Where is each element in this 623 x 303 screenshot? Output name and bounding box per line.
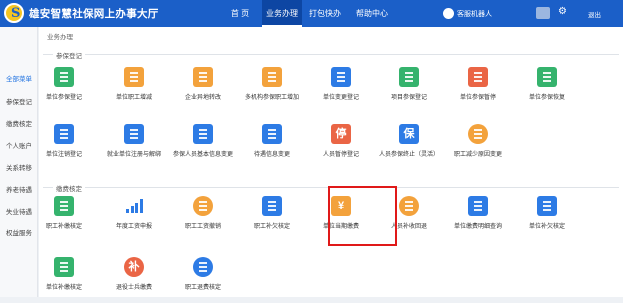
tile-0-6[interactable]: 单位参保暂停 [444,67,512,113]
tile-1-9[interactable]: 补退役士兵缴费 [100,257,168,303]
benefit-change-icon [262,124,282,144]
staff-change-icon [124,67,144,87]
tile-0-7[interactable]: 单位参保恢复 [513,67,581,113]
tile-0-12[interactable]: 停人员暂停登记 [307,124,375,170]
register-doc-icon [54,67,74,87]
person-stop-icon: 保 [399,124,419,144]
bar-chart-icon [124,196,144,216]
multi-org-icon [262,67,282,87]
tile-0-1[interactable]: 单位职工增减 [100,67,168,113]
undo-icon [193,196,213,216]
avatar[interactable] [536,7,550,19]
tile-0-4[interactable]: 单位变更登记 [307,67,375,113]
tile-0-10[interactable]: 参保人员基本信息变更 [169,124,237,170]
nav-quick-pack[interactable]: 打包快办 [305,0,345,27]
reduce-reason-icon [468,124,488,144]
tile-0-11[interactable]: 待遇信息变更 [238,124,306,170]
staff-refund-icon [193,257,213,277]
section-divider [43,54,619,55]
tile-label: 单位参保恢复 [528,95,565,101]
logo: S [4,3,24,23]
tile-1-2[interactable]: 职工工资撤销 [169,196,237,242]
tile-1-10[interactable]: 职工退费核定 [169,257,237,303]
section-title: 缴费核定 [53,183,85,193]
payment-detail-icon [468,196,488,216]
sidebar-item-pension[interactable]: 养老待遇 [0,184,38,194]
nav-business[interactable]: 业务办理 [262,0,302,27]
unit-arrears-icon [537,196,557,216]
resume-icon [537,67,557,87]
tile-0-8[interactable]: 单位注销登记 [30,124,98,170]
tile-0-0[interactable]: 单位参保登记 [30,67,98,113]
tile-1-8[interactable]: 单位补缴核定 [30,257,98,303]
person-edit-icon [193,124,213,144]
tile-0-2[interactable]: 企业异地转改 [169,67,237,113]
pause-icon [468,67,488,87]
nav-help[interactable]: 帮助中心 [352,0,392,27]
person-pause-icon: 停 [331,124,351,144]
bar-chart-icon-bar [130,206,134,213]
bar-chart-icon-bar [126,209,129,213]
calc-icon [54,257,74,277]
robot-icon[interactable] [443,8,454,19]
transfer-doc-icon [193,67,213,87]
tile-1-1[interactable]: 年度工资申报 [100,196,168,242]
back-pay-icon [54,196,74,216]
tile-1-7[interactable]: 单位补欠核定 [513,196,581,242]
nav-home[interactable]: 首 页 [222,0,258,27]
tile-label: 职工减少原因变更 [453,152,502,158]
tile-label: 单位补欠核定 [528,224,565,230]
cancel-register-icon [54,124,74,144]
tile-1-0[interactable]: 职工补缴核定 [30,196,98,242]
highlight-box [328,186,397,246]
tile-0-3[interactable]: 多机构参保职工增加 [238,67,306,113]
company-change-icon [331,67,351,87]
refund-icon [399,196,419,216]
robot-label[interactable]: 客服机器人 [457,9,492,19]
soldier-pay-icon: 补 [124,257,144,277]
tile-0-14[interactable]: 职工减少原因变更 [444,124,512,170]
tile-label: 职工退费核定 [184,285,221,291]
bar-chart-icon-bar [139,199,143,213]
tile-1-3[interactable]: 职工补欠核定 [238,196,306,242]
breadcrumb: 业务办理 [47,34,73,41]
logout-link[interactable]: 退出 [588,9,601,19]
tile-0-13[interactable]: 保人员参保终止（灵活） [375,124,443,170]
tile-1-6[interactable]: 单位缴费明细查询 [444,196,512,242]
employer-bind-icon [124,124,144,144]
top-bar: S 雄安智慧社保网上办事大厅 首 页 业务办理 打包快办 帮助中心 客服机器人 … [0,0,623,27]
tile-0-9[interactable]: 就业单位注册与解绑 [100,124,168,170]
project-edit-icon [399,67,419,87]
app-title: 雄安智慧社保网上办事大厅 [29,8,159,20]
gear-icon[interactable]: ⚙ [558,6,567,17]
tile-0-5[interactable]: 项目参保登记 [375,67,443,113]
bar-chart-icon-bar [135,203,138,213]
section-title: 参保登记 [53,50,85,60]
arrears-icon [262,196,282,216]
